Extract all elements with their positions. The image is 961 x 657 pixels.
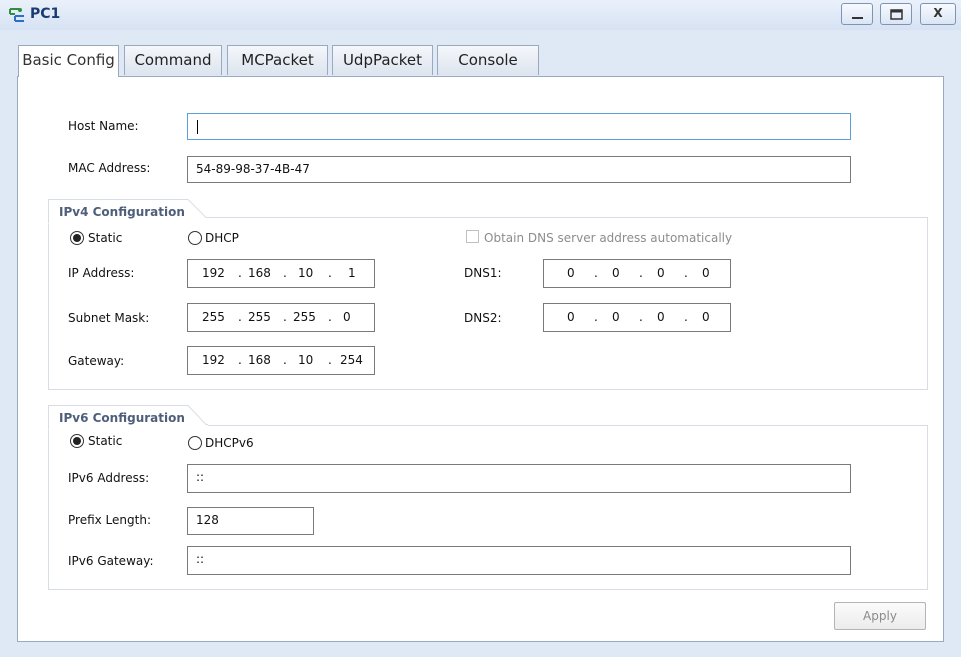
- subnet-mask-input[interactable]: 255 . 255 . 255 . 0: [187, 303, 375, 332]
- gateway-label: Gateway:: [68, 354, 125, 368]
- dns2-label: DNS2:: [464, 311, 502, 325]
- ipv4-group-title: IPv4 Configuration: [59, 205, 185, 219]
- ip-dot: .: [594, 266, 598, 280]
- ip-dot: .: [639, 310, 643, 324]
- tab-basic-config[interactable]: Basic Config: [18, 45, 119, 77]
- tab-command[interactable]: Command: [124, 45, 222, 75]
- ipv4-static-radio[interactable]: [70, 231, 84, 245]
- host-name-label: Host Name:: [68, 119, 139, 133]
- ip-dot: .: [639, 266, 643, 280]
- ip-dot: .: [238, 266, 242, 280]
- gateway-octet-2: 168: [248, 353, 271, 367]
- mac-address-label: MAC Address:: [68, 161, 151, 175]
- mask-octet-2: 255: [248, 310, 271, 324]
- tab-mcpacket[interactable]: MCPacket: [227, 45, 328, 75]
- ipv6-gateway-label: IPv6 Gateway:: [68, 554, 154, 568]
- gateway-octet-4: 254: [340, 353, 363, 367]
- ipv6-group-title: IPv6 Configuration: [59, 411, 185, 425]
- dns1-octet-1: 0: [567, 266, 575, 280]
- ipv6-gateway-input[interactable]: ::: [187, 546, 851, 575]
- mask-octet-1: 255: [202, 310, 225, 324]
- ip-dot: .: [283, 353, 287, 367]
- obtain-dns-label: Obtain DNS server address automatically: [484, 231, 733, 245]
- gateway-octet-1: 192: [202, 353, 225, 367]
- ipv6-dhcpv6-radio[interactable]: [188, 436, 202, 450]
- close-icon: X: [933, 6, 943, 20]
- ipv6-static-radio[interactable]: [70, 434, 84, 448]
- host-name-input[interactable]: [187, 113, 851, 140]
- dns2-octet-4: 0: [702, 310, 710, 324]
- ip-dot: .: [238, 353, 242, 367]
- dns1-octet-4: 0: [702, 266, 710, 280]
- mask-octet-4: 0: [343, 310, 351, 324]
- dns2-octet-1: 0: [567, 310, 575, 324]
- ipv6-address-input[interactable]: ::: [187, 464, 851, 493]
- subnet-mask-label: Subnet Mask:: [68, 311, 150, 325]
- dns1-octet-2: 0: [612, 266, 620, 280]
- text-caret: [197, 120, 198, 134]
- close-button[interactable]: X: [920, 3, 956, 25]
- title-bar: PC1 X: [0, 0, 961, 30]
- ip-dot: .: [684, 266, 688, 280]
- mask-octet-3: 255: [293, 310, 316, 324]
- window-title: PC1: [30, 6, 61, 22]
- ip-octet-3: 10: [298, 266, 314, 280]
- ipv6-address-label: IPv6 Address:: [68, 471, 150, 485]
- ip-address-label: IP Address:: [68, 266, 135, 280]
- ip-dot: .: [283, 310, 287, 324]
- ipv4-group-header: IPv4 Configuration: [48, 199, 208, 224]
- tab-udppacket[interactable]: UdpPacket: [332, 45, 433, 75]
- ipv4-dhcp-radio[interactable]: [188, 231, 202, 245]
- ip-dot: .: [328, 310, 332, 324]
- dns2-octet-2: 0: [612, 310, 620, 324]
- dns2-octet-3: 0: [657, 310, 665, 324]
- pc-app-icon: [7, 5, 27, 25]
- ip-octet-2: 168: [248, 266, 271, 280]
- ipv6-group-header: IPv6 Configuration: [48, 405, 208, 430]
- apply-button[interactable]: Apply: [834, 602, 926, 630]
- ip-octet-1: 192: [202, 266, 225, 280]
- mac-address-field: 54-89-98-37-4B-47: [187, 156, 851, 183]
- ip-dot: .: [238, 310, 242, 324]
- maximize-button[interactable]: [880, 3, 912, 25]
- dns1-octet-3: 0: [657, 266, 665, 280]
- minimize-button[interactable]: [841, 3, 873, 25]
- dns1-input[interactable]: 0 . 0 . 0 . 0: [543, 259, 731, 288]
- ip-dot: .: [283, 266, 287, 280]
- ipv6-dhcpv6-label: DHCPv6: [205, 436, 254, 450]
- ip-dot: .: [328, 353, 332, 367]
- dns1-label: DNS1:: [464, 266, 502, 280]
- prefix-length-input[interactable]: 128: [187, 507, 314, 535]
- ip-octet-4: 1: [348, 266, 356, 280]
- ip-address-input[interactable]: 192 . 168 . 10 . 1: [187, 259, 375, 288]
- ip-dot: .: [594, 310, 598, 324]
- gateway-octet-3: 10: [298, 353, 314, 367]
- dns2-input[interactable]: 0 . 0 . 0 . 0: [543, 303, 731, 332]
- ip-dot: .: [328, 266, 332, 280]
- ip-dot: .: [684, 310, 688, 324]
- tab-console[interactable]: Console: [437, 45, 539, 75]
- ipv6-static-label: Static: [88, 434, 123, 448]
- gateway-input[interactable]: 192 . 168 . 10 . 254: [187, 346, 375, 375]
- ipv4-static-label: Static: [88, 231, 123, 245]
- prefix-length-label: Prefix Length:: [68, 513, 151, 527]
- ipv4-dhcp-label: DHCP: [205, 231, 239, 245]
- obtain-dns-checkbox[interactable]: [466, 230, 479, 243]
